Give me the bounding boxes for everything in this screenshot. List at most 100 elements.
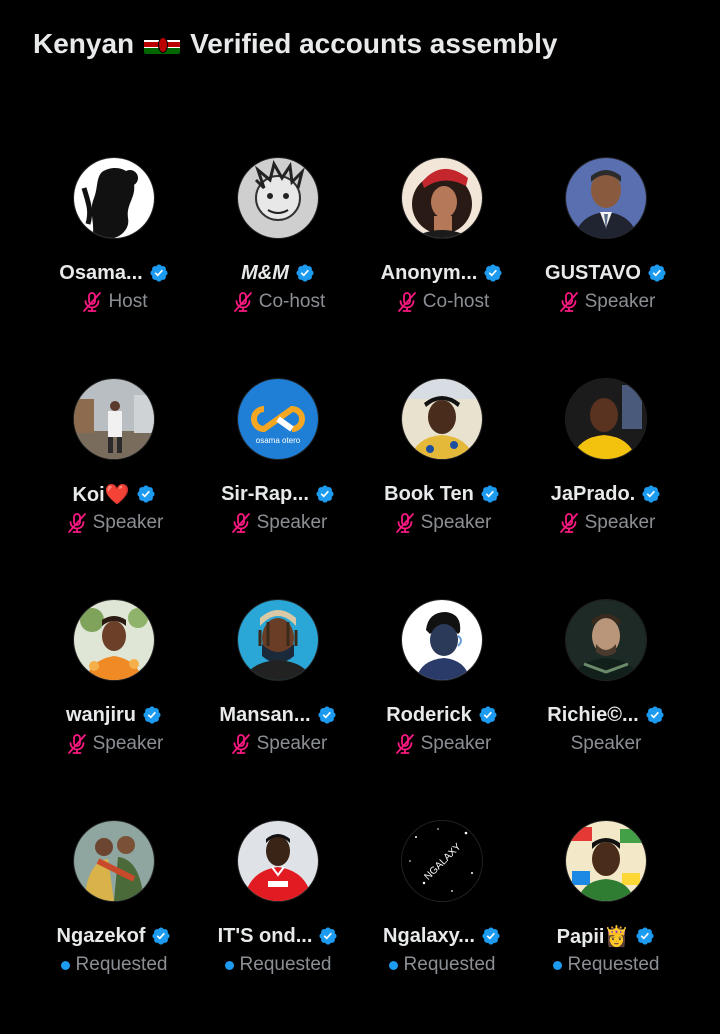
participant-name-row: Book Ten xyxy=(384,481,500,507)
participant-card[interactable]: Richie©... Speaker xyxy=(524,592,688,813)
avatar-group-photo-icon[interactable] xyxy=(74,821,154,901)
participant-name-row: Koi❤️ xyxy=(72,481,155,507)
participant-card[interactable]: M&M Co-host xyxy=(196,150,360,371)
mic-muted-icon xyxy=(393,732,417,756)
avatar-galaxy-logo-icon[interactable]: NGALAXY xyxy=(402,821,482,901)
participant-role-row: Speaker xyxy=(65,732,164,756)
participant-name-row: Anonym... xyxy=(381,260,504,286)
verified-badge-icon xyxy=(142,705,162,725)
participant-role: Speaker xyxy=(584,291,656,312)
avatar-illustrated-boy-icon[interactable] xyxy=(402,600,482,680)
requested-dot-icon xyxy=(60,960,70,970)
participant-name: Roderick xyxy=(386,703,472,726)
participant-card[interactable]: Ngazekof Requested xyxy=(32,813,196,1034)
participant-card[interactable]: osama otero Sir-Rap... Speaker xyxy=(196,371,360,592)
participant-card[interactable]: wanjiru Speaker xyxy=(32,592,196,813)
verified-badge-icon xyxy=(315,484,335,504)
participant-name: Ngazekof xyxy=(56,924,146,947)
participant-name: Osama... xyxy=(59,261,143,284)
verified-badge-icon xyxy=(641,484,661,504)
participant-card[interactable]: IT'S ond... Requested xyxy=(196,813,360,1034)
mic-muted-icon xyxy=(557,290,581,314)
verified-badge-icon xyxy=(136,484,156,504)
participant-role: Requested xyxy=(403,954,496,975)
avatar-sketch-icon[interactable] xyxy=(238,158,318,238)
participant-name: wanjiru xyxy=(65,703,136,726)
participant-role-row: Co-host xyxy=(395,290,490,314)
participant-role-row: Speaker xyxy=(229,511,327,535)
participant-card[interactable]: JaPrado. Speaker xyxy=(524,371,688,592)
avatar-illustrated-woman-icon[interactable] xyxy=(402,158,482,238)
verified-badge-icon xyxy=(149,263,169,283)
verified-badge-icon xyxy=(481,926,501,946)
kenya-flag-icon xyxy=(144,34,181,54)
participant-role-row: Speaker xyxy=(393,511,492,535)
requested-dot-icon xyxy=(388,960,398,970)
participant-role-row: Requested xyxy=(60,953,168,977)
participant-name-row: Richie©... xyxy=(547,702,664,728)
avatar-logo-icon[interactable]: osama otero xyxy=(238,379,318,459)
participant-name-row: GUSTAVO xyxy=(545,260,667,286)
requested-dot-icon xyxy=(224,960,234,970)
avatar-football-shirt-icon[interactable] xyxy=(238,821,318,901)
verified-badge-icon xyxy=(478,705,498,725)
participant-name: Mansan... xyxy=(219,703,311,726)
participant-card[interactable]: Koi❤️ Speaker xyxy=(32,371,196,592)
participant-role: Requested xyxy=(567,954,660,975)
participants-grid: Osama... Host M&M Co-host Anonym... Co-host GU… xyxy=(32,150,688,1034)
participant-card[interactable]: Mansan... Speaker xyxy=(196,592,360,813)
participant-role-row: Speaker xyxy=(65,511,164,535)
verified-badge-icon xyxy=(483,263,503,283)
mic-muted-icon xyxy=(229,732,253,756)
participant-role: Co-host xyxy=(422,291,490,312)
avatar-woman-flowers-icon[interactable] xyxy=(74,600,154,680)
participant-role: Requested xyxy=(75,954,168,975)
participant-card[interactable]: Papii👸 Requested xyxy=(524,813,688,1034)
participant-role: Speaker xyxy=(256,733,328,754)
participant-card[interactable]: Anonym... Co-host xyxy=(360,150,524,371)
participant-role: Speaker xyxy=(420,733,492,754)
participant-role-row: Speaker xyxy=(571,732,642,756)
avatar-street-photo-icon[interactable] xyxy=(74,379,154,459)
verified-badge-icon xyxy=(647,263,667,283)
participant-name: Sir-Rap... xyxy=(221,482,309,505)
participant-card[interactable]: NGALAXY Ngalaxy... Requested xyxy=(360,813,524,1034)
avatar-man-cap-icon[interactable] xyxy=(402,379,482,459)
participant-role-row: Requested xyxy=(552,953,660,977)
participant-role: Speaker xyxy=(420,512,492,533)
verified-badge-icon xyxy=(318,926,338,946)
participant-role: Speaker xyxy=(92,733,164,754)
verified-badge-icon xyxy=(645,705,665,725)
mic-muted-icon xyxy=(229,511,253,535)
participant-role: Speaker xyxy=(92,512,164,533)
participant-card[interactable]: Book Ten Speaker xyxy=(360,371,524,592)
participant-name-row: Ngazekof xyxy=(57,923,172,949)
participant-role-row: Speaker xyxy=(229,732,328,756)
participant-role: Speaker xyxy=(570,733,642,754)
avatar-man-suit-icon[interactable] xyxy=(566,158,646,238)
participant-role-row: Speaker xyxy=(557,511,656,535)
avatar-man-yellow-shirt-icon[interactable] xyxy=(566,379,646,459)
participant-name: M&M xyxy=(241,261,289,284)
verified-badge-icon xyxy=(480,484,500,504)
participant-role-row: Requested xyxy=(388,953,496,977)
participant-role: Host xyxy=(108,291,148,312)
mic-muted-icon xyxy=(393,511,417,535)
mic-muted-icon xyxy=(557,511,581,535)
requested-dot-icon xyxy=(552,960,562,970)
space-title-text: Kenyan xyxy=(33,28,135,59)
participant-role: Speaker xyxy=(584,512,656,533)
participant-card[interactable]: Roderick Speaker xyxy=(360,592,524,813)
avatar-sticker-collage-icon[interactable] xyxy=(566,821,646,901)
participant-card[interactable]: GUSTAVO Speaker xyxy=(524,150,688,371)
participant-card[interactable]: Osama... Host xyxy=(32,150,196,371)
mic-muted-icon xyxy=(65,511,89,535)
avatar-masked-man-icon[interactable] xyxy=(238,600,318,680)
participant-name: Anonym... xyxy=(380,261,478,284)
participant-name-row: wanjiru xyxy=(66,702,162,728)
participant-name-row: JaPrado. xyxy=(551,481,661,507)
participant-name: JaPrado. xyxy=(550,482,636,505)
avatar-silhouette-icon[interactable] xyxy=(74,158,154,238)
avatar-dark-portrait-icon[interactable] xyxy=(566,600,646,680)
participant-name-row: Mansan... xyxy=(219,702,336,728)
